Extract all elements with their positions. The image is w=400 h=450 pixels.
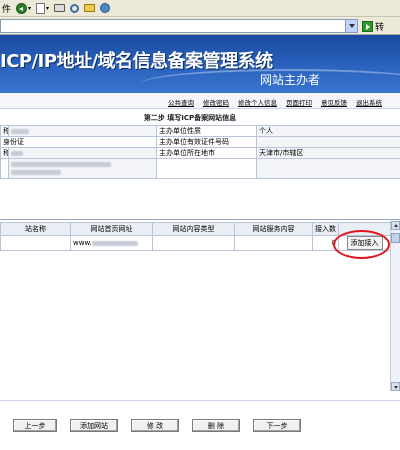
vertical-scrollbar[interactable] [390, 221, 400, 391]
address-bar: 转 [0, 17, 400, 35]
table-row: 身份证 主办单位有效证件号码 [0, 136, 400, 148]
folder-button[interactable] [84, 1, 96, 16]
empty-cell [256, 158, 400, 179]
search-button[interactable] [70, 1, 80, 16]
back-icon [16, 2, 28, 14]
nav-link-print-page[interactable]: 页面打印 [286, 97, 312, 107]
highlight-ellipse [333, 230, 390, 259]
page-icon [36, 2, 46, 14]
table-row: 称 主办单位性质 个人 [0, 125, 400, 137]
menu-item-label: 件 [2, 4, 12, 15]
city-value: 天津市/市辖区 [256, 147, 400, 159]
address-value [8, 147, 157, 159]
id-number-label: 主办单位有效证件号码 [156, 136, 257, 148]
table-row[interactable]: www. 0 添加接入 [0, 235, 391, 251]
globe-button[interactable] [100, 1, 111, 16]
col-header-url: 网站首页网址 [70, 222, 153, 236]
site-name-cell [0, 235, 71, 251]
scroll-up-icon[interactable] [391, 221, 400, 230]
organizer-name-label: 称 [0, 125, 9, 137]
nav-link-feedback[interactable]: 意见反馈 [321, 97, 347, 107]
id-type-value: 身份证 [0, 136, 157, 148]
url-prefix: www. [73, 239, 92, 247]
col-header-access-count: 接入数 [312, 222, 339, 236]
address-label: 称 [0, 147, 9, 159]
site-url-cell: www. [70, 235, 153, 251]
go-label: 转 [375, 22, 385, 33]
prev-step-button[interactable]: 上一步 [13, 419, 57, 432]
organizer-name-value [8, 125, 157, 137]
redacted-text [91, 240, 138, 246]
go-arrow-icon [362, 20, 373, 32]
nav-link-logout[interactable]: 退出系统 [356, 97, 382, 107]
back-button[interactable]: ▾ [16, 1, 31, 16]
organizer-info-table: 称 主办单位性质 个人 身份证 主办单位有效证件号码 称 主办单位所在地市 天津… [0, 125, 400, 179]
table-row [0, 158, 400, 179]
redacted-text [11, 170, 61, 175]
id-number-value [256, 136, 400, 148]
banner-subtitle: 网站主办者 [260, 73, 321, 87]
dropdown-arrow: ▾ [28, 4, 32, 12]
menu-item-file[interactable]: 件 [2, 1, 11, 16]
table-row: 称 主办单位所在地市 天津市/市辖区 [0, 147, 400, 159]
empty-cell [156, 158, 257, 179]
globe-icon [100, 3, 111, 13]
dropdown-arrow: ▾ [46, 4, 50, 12]
go-button[interactable]: 转 [362, 19, 400, 33]
print-button[interactable] [54, 1, 66, 16]
search-icon [70, 3, 80, 13]
banner-title: ICP/IP地址/域名信息备案管理系统 [0, 51, 273, 72]
step-title: 第二步 填写ICP备案网站信息 [143, 114, 237, 122]
add-website-button[interactable]: 添加网站 [70, 419, 118, 432]
nav-links: 公共查询 修改密码 修改个人信息 页面打印 意见反馈 退出系统 [168, 97, 391, 107]
header-banner: ICP/IP地址/域名信息备案管理系统 网站主办者 [0, 35, 400, 93]
content-type-cell [152, 235, 235, 251]
redacted-text [11, 128, 29, 134]
delete-button[interactable]: 删 除 [192, 419, 240, 432]
address-cont-label [0, 158, 9, 179]
footer-actions: 上一步 添加网站 修 改 删 除 下一步 [0, 400, 400, 450]
nav-link-change-password[interactable]: 修改密码 [203, 97, 229, 107]
folder-icon [84, 4, 96, 12]
page-button[interactable]: ▾ [36, 1, 49, 16]
edit-button[interactable]: 修 改 [131, 419, 179, 432]
print-icon [54, 4, 66, 12]
service-cell [234, 235, 313, 251]
nav-bar: 公共查询 修改密码 修改个人信息 页面打印 意见反馈 退出系统 [0, 93, 400, 109]
organizer-type-label: 主办单位性质 [156, 125, 257, 137]
scroll-down-icon[interactable] [391, 382, 400, 391]
city-label: 主办单位所在地市 [156, 147, 257, 159]
address-detail-value [8, 158, 157, 179]
nav-link-edit-profile[interactable]: 修改个人信息 [238, 97, 277, 107]
organizer-type-value: 个人 [256, 125, 400, 137]
redacted-text [11, 150, 23, 156]
table-header-row: 站名称 网站首页网址 网站内容类型 网站服务内容 接入数 [0, 222, 391, 236]
scroll-thumb[interactable] [391, 233, 400, 243]
next-step-button[interactable]: 下一步 [253, 419, 301, 432]
address-dropdown-icon[interactable] [345, 20, 357, 32]
redacted-text [11, 162, 111, 167]
col-header-site-name: 站名称 [0, 222, 71, 236]
col-header-service: 网站服务内容 [234, 222, 313, 236]
col-header-content-type: 网站内容类型 [152, 222, 235, 236]
address-input[interactable] [0, 19, 358, 33]
browser-toolbar: 件 ▾ ▾ [0, 0, 400, 17]
action-button-row: 上一步 添加网站 修 改 删 除 下一步 [13, 419, 314, 432]
nav-link-public-query[interactable]: 公共查询 [168, 97, 194, 107]
